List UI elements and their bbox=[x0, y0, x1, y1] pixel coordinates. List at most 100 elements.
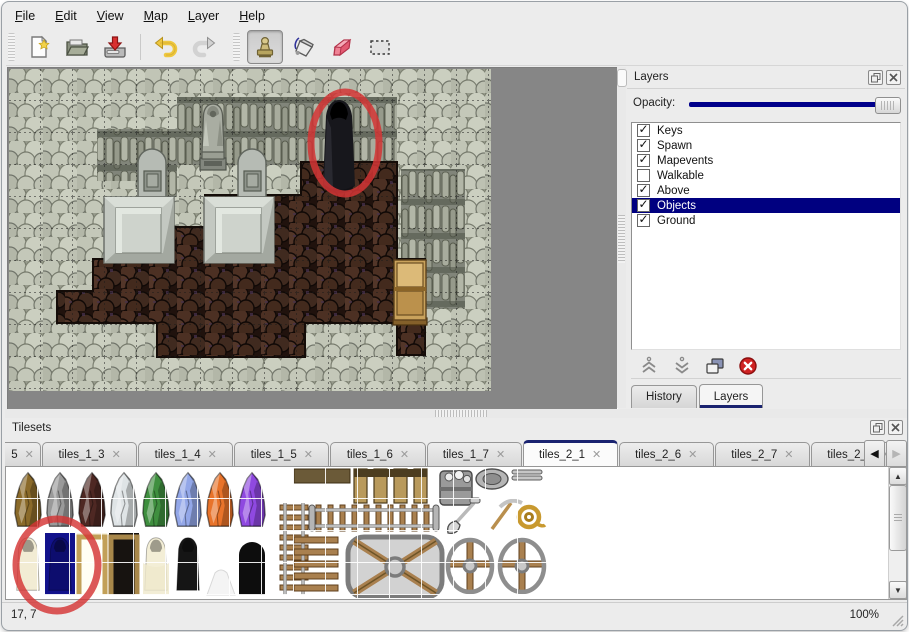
layer-checkbox[interactable] bbox=[637, 169, 650, 182]
layer-label: Spawn bbox=[657, 140, 692, 152]
save-map-button[interactable] bbox=[98, 31, 132, 63]
map-canvas[interactable] bbox=[7, 67, 618, 410]
opacity-slider-handle[interactable] bbox=[875, 97, 901, 114]
layer-label: Walkable bbox=[657, 170, 704, 182]
window-resize-grip[interactable] bbox=[889, 612, 904, 627]
fill-tool-button[interactable] bbox=[287, 31, 321, 63]
tilesets-panel: Tilesets 5✕ tiles_1_3 ✕ tiles_1_4✕ tiles_… bbox=[5, 418, 907, 603]
opacity-slider-track[interactable] bbox=[689, 102, 891, 107]
map-scene bbox=[9, 69, 491, 391]
tileset-tab[interactable]: 5✕ bbox=[5, 442, 41, 467]
tileset-tab-tiles_1_3[interactable]: tiles_1_3 ✕ bbox=[42, 442, 137, 467]
opacity-slider[interactable] bbox=[689, 95, 901, 113]
layer-row-keys[interactable]: ✓Keys bbox=[632, 123, 900, 138]
layer-row-mapevents[interactable]: ✓Mapevents bbox=[632, 153, 900, 168]
menu-view[interactable]: View bbox=[88, 6, 133, 26]
close-tab-icon[interactable]: ✕ bbox=[304, 448, 313, 461]
statue-sprite bbox=[200, 104, 226, 170]
menu-bar: File Edit View Map Layer Help bbox=[6, 5, 903, 27]
menu-edit[interactable]: Edit bbox=[46, 6, 86, 26]
tileset-tab-tiles_2_6[interactable]: tiles_2_6 ✕ bbox=[619, 442, 714, 467]
layer-checkbox[interactable]: ✓ bbox=[637, 154, 650, 167]
open-map-button[interactable] bbox=[60, 31, 94, 63]
tileset-tab-tiles_1_4[interactable]: tiles_1_4✕ bbox=[138, 442, 233, 467]
close-tab-icon[interactable]: ✕ bbox=[400, 448, 409, 461]
close-tab-icon[interactable]: ✕ bbox=[688, 448, 697, 461]
layer-actions bbox=[631, 353, 901, 379]
lower-layer-button[interactable] bbox=[670, 355, 694, 377]
layer-row-walkable[interactable]: Walkable bbox=[632, 168, 900, 183]
tilesets-panel-title: Tilesets bbox=[12, 422, 51, 434]
tileset-tab-label: tiles_1_7 bbox=[443, 449, 489, 461]
layer-checkbox[interactable]: ✓ bbox=[637, 214, 650, 227]
scroll-down-arrow[interactable]: ▼ bbox=[889, 581, 907, 599]
close-tab-icon[interactable]: ✕ bbox=[592, 448, 601, 461]
undo-button[interactable] bbox=[149, 31, 183, 63]
raise-layer-button[interactable] bbox=[637, 355, 661, 377]
close-tab-icon[interactable]: ✕ bbox=[112, 448, 121, 461]
tileset-tab-tiles_1_6[interactable]: tiles_1_6✕ bbox=[330, 442, 425, 467]
eraser-tool-button[interactable] bbox=[325, 31, 359, 63]
layer-list: ✓Keys ✓Spawn ✓Mapevents Walkable ✓Above … bbox=[631, 122, 901, 350]
delete-layer-button[interactable] bbox=[736, 355, 760, 377]
tileset-tab-label: tiles_1_3 bbox=[59, 449, 105, 461]
close-tab-icon[interactable]: ✕ bbox=[25, 448, 34, 461]
tileset-tab-tiles_1_7[interactable]: tiles_1_7 ✕ bbox=[427, 442, 522, 467]
layer-checkbox[interactable]: ✓ bbox=[637, 139, 650, 152]
close-tab-icon[interactable]: ✕ bbox=[784, 448, 793, 461]
redo-button[interactable] bbox=[187, 31, 221, 63]
layer-row-objects[interactable]: ✓Objects bbox=[632, 198, 900, 213]
dark-figure-sprite bbox=[323, 100, 355, 194]
tab-layers[interactable]: Layers bbox=[699, 384, 764, 408]
layer-row-above[interactable]: ✓Above bbox=[632, 183, 900, 198]
layer-checkbox[interactable]: ✓ bbox=[637, 184, 650, 197]
scroll-tabs-right-button[interactable]: ▶ bbox=[886, 440, 907, 467]
scrollbar-thumb[interactable] bbox=[889, 485, 907, 551]
vertical-splitter[interactable] bbox=[617, 67, 626, 408]
cursor-tile-coordinates: 17, 7 bbox=[11, 609, 37, 621]
tab-history[interactable]: History bbox=[631, 385, 697, 408]
zoom-level: 100% bbox=[850, 609, 879, 621]
scroll-up-arrow[interactable]: ▲ bbox=[889, 467, 907, 485]
redo-icon bbox=[191, 34, 217, 60]
horizontal-splitter[interactable] bbox=[5, 409, 907, 418]
tilesets-panel-titlebar: Tilesets bbox=[5, 418, 907, 438]
crate-sprite bbox=[393, 260, 427, 325]
float-panel-icon[interactable] bbox=[870, 420, 885, 435]
tileset-tab-label: tiles_2_1 bbox=[539, 449, 585, 461]
tileset-tab-tiles_2_7[interactable]: tiles_2_7 ✕ bbox=[715, 442, 810, 467]
layer-row-spawn[interactable]: ✓ Spawn bbox=[632, 138, 900, 153]
undo-icon bbox=[153, 34, 179, 60]
menu-layer[interactable]: Layer bbox=[179, 6, 228, 26]
menu-file[interactable]: File bbox=[6, 6, 44, 26]
float-panel-icon[interactable] bbox=[868, 70, 883, 85]
layer-checkbox[interactable]: ✓ bbox=[637, 199, 650, 212]
tileset-tab-label: tiles_2_7 bbox=[731, 449, 777, 461]
tileset-tab-tiles_1_5[interactable]: tiles_1_5✕ bbox=[234, 442, 329, 467]
toolbar-drag-handle[interactable] bbox=[8, 33, 15, 61]
layer-checkbox[interactable]: ✓ bbox=[637, 124, 650, 137]
fill-tool-icon bbox=[291, 34, 317, 60]
select-tool-button[interactable] bbox=[363, 31, 397, 63]
tileset-tab-label: tiles_2_6 bbox=[635, 449, 681, 461]
close-panel-icon[interactable] bbox=[888, 420, 903, 435]
close-tab-icon[interactable]: ✕ bbox=[208, 448, 217, 461]
tileset-scrollbar[interactable]: ▲ ▼ bbox=[888, 467, 906, 599]
menu-map[interactable]: Map bbox=[135, 6, 177, 26]
tileset-tab-tiles_2_1[interactable]: tiles_2_1 ✕ bbox=[523, 440, 618, 467]
scroll-tabs-left-button[interactable]: ◀ bbox=[864, 440, 885, 467]
new-map-button[interactable] bbox=[22, 31, 56, 63]
toolbar-drag-handle[interactable] bbox=[233, 33, 240, 61]
menu-help[interactable]: Help bbox=[230, 6, 274, 26]
close-tab-icon[interactable]: ✕ bbox=[496, 448, 505, 461]
duplicate-layer-button[interactable] bbox=[703, 355, 727, 377]
layers-panel: Layers Opacity: ✓Keys ✓Spawn ✓Mapevents … bbox=[627, 67, 905, 408]
toolbar-separator bbox=[140, 34, 141, 60]
opacity-label: Opacity: bbox=[633, 97, 675, 109]
layer-row-ground[interactable]: ✓Ground bbox=[632, 213, 900, 228]
select-tool-icon bbox=[367, 34, 393, 60]
stamp-tool-button[interactable] bbox=[247, 30, 283, 64]
close-panel-icon[interactable] bbox=[886, 70, 901, 85]
tileset-tab-bar: 5✕ tiles_1_3 ✕ tiles_1_4✕ tiles_1_5✕ tile… bbox=[5, 439, 907, 467]
tileset-canvas[interactable] bbox=[5, 466, 907, 600]
